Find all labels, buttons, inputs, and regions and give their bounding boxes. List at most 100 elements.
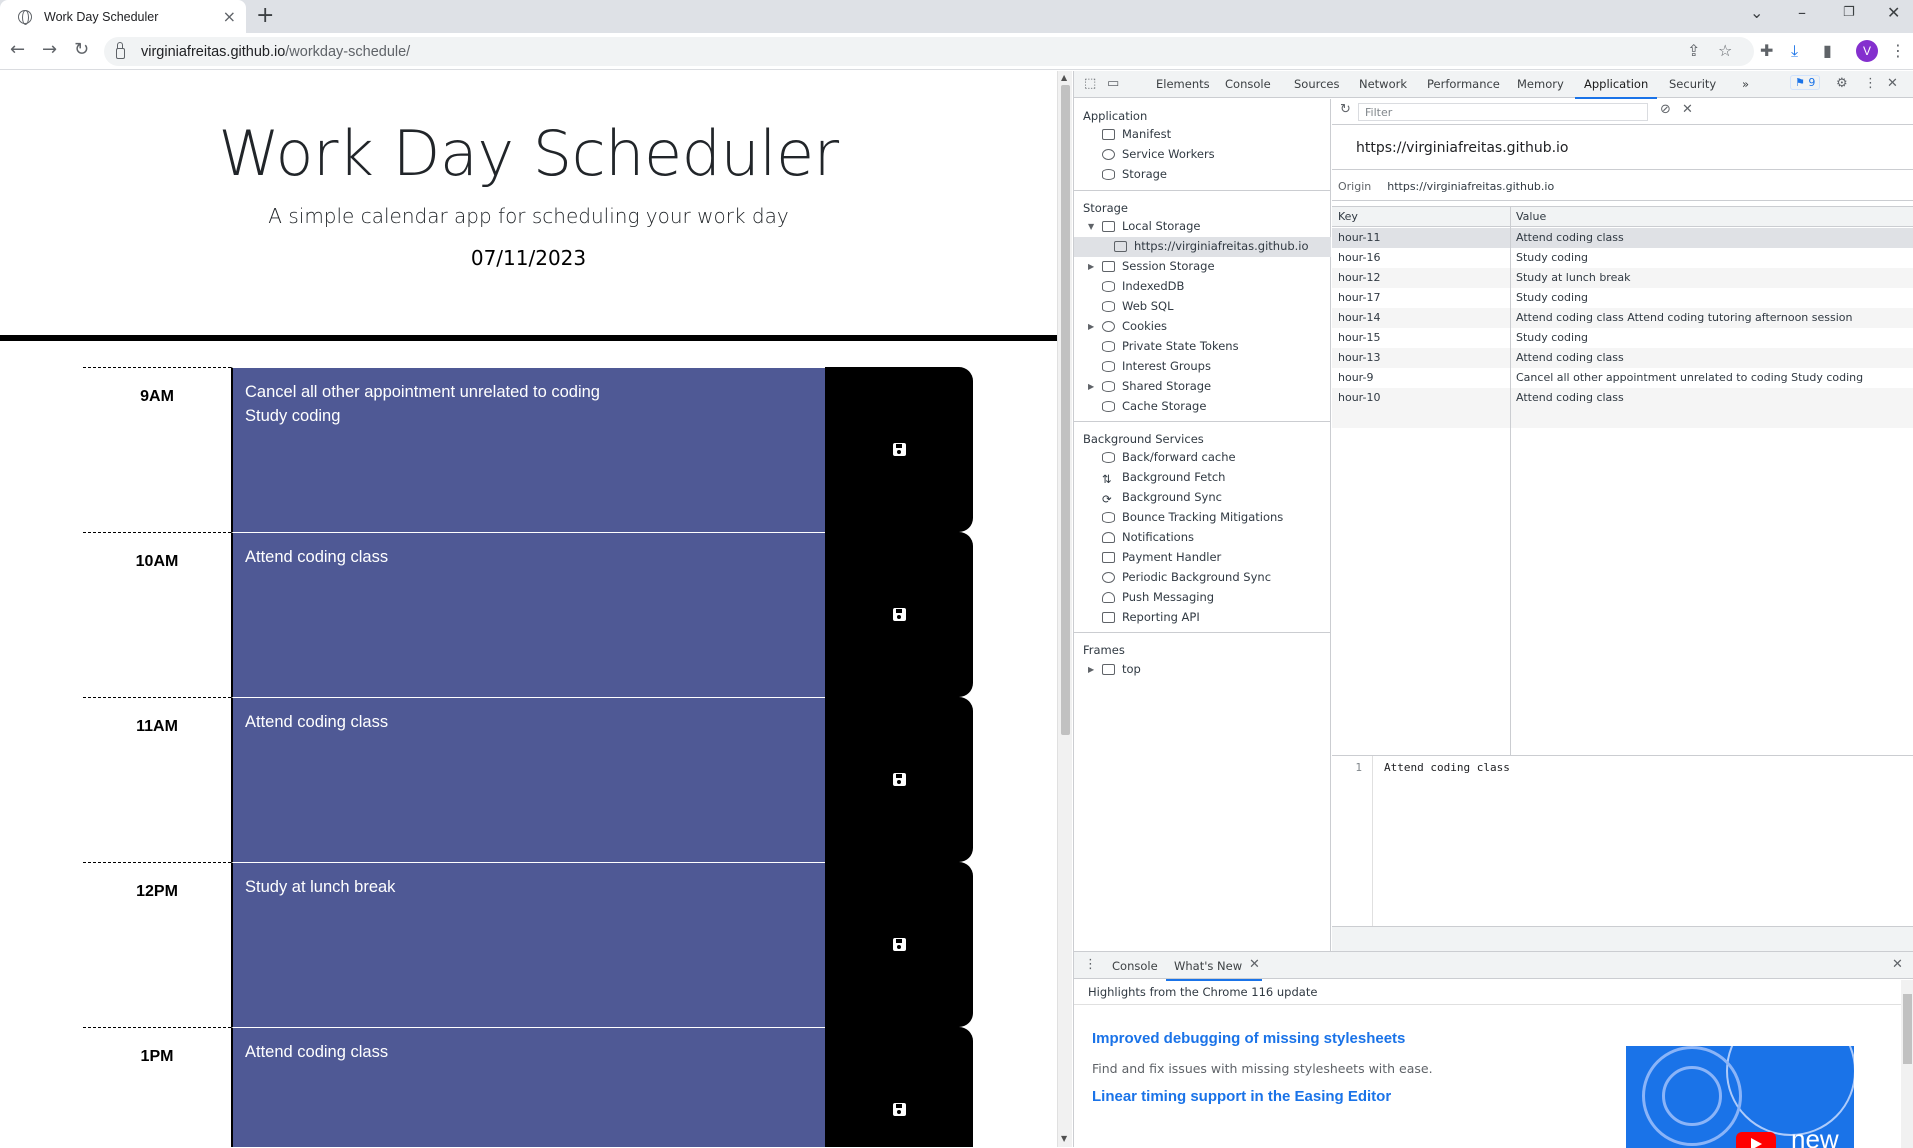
new-tab-button[interactable]: + — [256, 3, 274, 28]
tab-search-icon[interactable]: ⌄ — [1750, 3, 1763, 22]
table-row[interactable]: hour-16 Study coding — [1332, 248, 1913, 268]
expand-right-icon[interactable]: ▶ — [1088, 665, 1094, 674]
issues-badge[interactable]: ⚑ 9 — [1790, 75, 1821, 90]
sidebar-item-storage[interactable]: Storage — [1102, 167, 1167, 181]
event-description[interactable]: Attend coding class — [231, 697, 825, 862]
scroll-down-arrow-icon[interactable]: ▼ — [1061, 1134, 1067, 1143]
youtube-play-icon[interactable] — [1736, 1132, 1776, 1148]
sidebar-item-cookies[interactable]: ▶ Cookies — [1088, 319, 1167, 333]
tab-network[interactable]: Network — [1359, 77, 1407, 91]
reload-button[interactable]: ↻ — [74, 39, 89, 60]
sidebar-item-reporting-api[interactable]: Reporting API — [1102, 610, 1200, 624]
whats-new-link-missing-stylesheets[interactable]: Improved debugging of missing stylesheet… — [1092, 1030, 1405, 1047]
clear-all-icon[interactable]: ⊘ — [1660, 102, 1671, 117]
menu-kebab-icon[interactable]: ⋮ — [1890, 41, 1906, 60]
browser-tab[interactable]: Work Day Scheduler × — [0, 0, 246, 33]
sidebar-item-local-storage[interactable]: ▼ Local Storage — [1088, 219, 1200, 233]
tab-console[interactable]: Console — [1225, 77, 1271, 91]
forward-button[interactable]: → — [42, 39, 57, 60]
whats-new-link-easing-editor[interactable]: Linear timing support in the Easing Edit… — [1092, 1088, 1391, 1105]
save-button[interactable] — [825, 367, 973, 532]
table-row[interactable]: hour-9 Cancel all other appointment unrel… — [1332, 368, 1913, 388]
close-devtools-icon[interactable]: ✕ — [1887, 76, 1898, 91]
inspect-element-icon[interactable]: ⬚ — [1084, 76, 1096, 91]
save-button[interactable] — [825, 1027, 973, 1147]
more-tabs-icon[interactable]: » — [1742, 77, 1749, 91]
device-toolbar-icon[interactable]: ▭ — [1107, 76, 1119, 91]
table-row[interactable]: hour-10 Attend coding class — [1332, 388, 1913, 408]
table-row[interactable]: hour-12 Study at lunch break — [1332, 268, 1913, 288]
filter-input[interactable]: Filter — [1358, 103, 1648, 121]
drawer-tab-console[interactable]: Console — [1112, 959, 1158, 973]
close-tab-icon[interactable]: × — [223, 7, 236, 26]
tab-performance[interactable]: Performance — [1427, 77, 1500, 91]
event-description[interactable]: Study at lunch break — [231, 862, 825, 1027]
table-row[interactable]: hour-11 Attend coding class — [1332, 228, 1913, 248]
whats-new-video-thumbnail[interactable]: new — [1626, 1046, 1854, 1148]
sidebar-item-web-sql[interactable]: Web SQL — [1102, 299, 1174, 313]
delete-selected-icon[interactable]: ✕ — [1682, 102, 1693, 117]
tab-memory[interactable]: Memory — [1517, 77, 1564, 91]
download-icon[interactable]: ⤓ — [1791, 41, 1798, 61]
lock-icon[interactable] — [116, 42, 125, 59]
share-icon[interactable]: ⇪ — [1687, 41, 1700, 60]
sidebar-item-periodic-background-sync[interactable]: Periodic Background Sync — [1102, 570, 1271, 584]
sidebar-item-background-fetch[interactable]: ⇅ Background Fetch — [1102, 470, 1225, 486]
restore-button[interactable]: ❐ — [1843, 5, 1855, 20]
sidebar-item-manifest[interactable]: Manifest — [1102, 127, 1171, 141]
table-row[interactable]: hour-14 Attend coding class Attend coding… — [1332, 308, 1913, 328]
close-whats-new-icon[interactable]: ✕ — [1249, 957, 1260, 972]
scrollbar-thumb[interactable] — [1061, 85, 1070, 735]
sidebar-item-local-storage-origin[interactable]: https://virginiafreitas.github.io — [1114, 239, 1309, 253]
back-button[interactable]: ← — [10, 39, 25, 60]
tab-application[interactable]: Application — [1574, 77, 1658, 99]
event-description[interactable]: Attend coding class — [231, 1027, 825, 1147]
sidebar-item-notifications[interactable]: Notifications — [1102, 530, 1194, 544]
column-header-value[interactable]: Value — [1516, 210, 1546, 223]
scroll-up-arrow-icon[interactable]: ▲ — [1061, 73, 1067, 82]
drawer-scrollbar[interactable] — [1901, 980, 1913, 1148]
window-close-button[interactable]: ✕ — [1887, 3, 1900, 22]
sidebar-item-session-storage[interactable]: ▶ Session Storage — [1088, 259, 1215, 273]
sidebar-item-cache-storage[interactable]: Cache Storage — [1102, 399, 1206, 413]
settings-gear-icon[interactable]: ⚙ — [1836, 76, 1848, 91]
close-drawer-icon[interactable]: ✕ — [1892, 957, 1903, 972]
bookmark-star-icon[interactable]: ☆ — [1718, 41, 1732, 60]
table-row[interactable]: hour-15 Study coding — [1332, 328, 1913, 348]
expand-right-icon[interactable]: ▶ — [1088, 322, 1094, 331]
sidebar-item-private-state-tokens[interactable]: Private State Tokens — [1102, 339, 1239, 353]
event-description[interactable]: Attend coding class — [231, 532, 825, 697]
tab-security[interactable]: Security — [1669, 77, 1716, 91]
tab-sources[interactable]: Sources — [1294, 77, 1340, 91]
expand-right-icon[interactable]: ▶ — [1088, 262, 1094, 271]
drawer-menu-icon[interactable]: ⋮ — [1084, 957, 1097, 972]
page-scrollbar[interactable]: ▲ ▼ — [1057, 71, 1072, 1147]
expand-right-icon[interactable]: ▶ — [1088, 382, 1094, 391]
column-header-key[interactable]: Key — [1338, 210, 1358, 223]
sidebar-item-background-sync[interactable]: ⟳ Background Sync — [1102, 490, 1222, 506]
table-row[interactable]: hour-13 Attend coding class — [1332, 348, 1913, 368]
tab-elements[interactable]: Elements — [1156, 77, 1210, 91]
sidebar-item-back-forward-cache[interactable]: Back/forward cache — [1102, 450, 1236, 464]
sidebar-item-interest-groups[interactable]: Interest Groups — [1102, 359, 1211, 373]
sidebar-item-shared-storage[interactable]: ▶ Shared Storage — [1088, 379, 1211, 393]
save-button[interactable] — [825, 532, 973, 697]
scrollbar-thumb[interactable] — [1903, 994, 1912, 1064]
table-row[interactable]: hour-17 Study coding — [1332, 288, 1913, 308]
sidebar-item-bounce-tracking[interactable]: Bounce Tracking Mitigations — [1102, 510, 1283, 524]
address-bar[interactable]: virginiafreitas.github.io/workday-schedu… — [104, 37, 1754, 66]
profile-avatar[interactable]: V — [1856, 40, 1878, 62]
sidebar-item-indexeddb[interactable]: IndexedDB — [1102, 279, 1184, 293]
save-button[interactable] — [825, 862, 973, 1027]
minimize-button[interactable]: – — [1798, 3, 1806, 22]
event-description[interactable]: Cancel all other appointment unrelated t… — [231, 367, 825, 532]
expand-down-icon[interactable]: ▼ — [1088, 222, 1094, 231]
side-panel-icon[interactable]: ▮ — [1823, 41, 1832, 60]
drawer-tab-whats-new[interactable]: What's New — [1165, 959, 1263, 981]
sidebar-item-service-workers[interactable]: Service Workers — [1102, 147, 1215, 161]
sidebar-item-push-messaging[interactable]: Push Messaging — [1102, 590, 1214, 604]
save-button[interactable] — [825, 697, 973, 862]
extensions-icon[interactable]: ✚ — [1760, 41, 1773, 60]
devtools-menu-icon[interactable]: ⋮ — [1864, 76, 1877, 91]
sidebar-item-payment-handler[interactable]: Payment Handler — [1102, 550, 1221, 564]
